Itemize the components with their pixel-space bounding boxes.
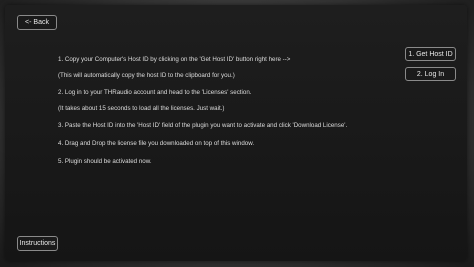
step-2-text: 2. Log in to your THRaudio account and h… <box>58 89 252 96</box>
step-4-text: 4. Drag and Drop the license file you do… <box>58 140 255 147</box>
back-button[interactable]: <- Back <box>17 15 57 30</box>
instructions-button[interactable]: Instructions <box>17 236 58 251</box>
step-2-note: (It takes about 15 seconds to load all t… <box>58 105 225 112</box>
step-3-text: 3. Paste the Host ID into the 'Host ID' … <box>58 122 348 129</box>
step-1-text: 1. Copy your Computer's Host ID by click… <box>58 56 291 63</box>
step-5-text: 5. Plugin should be activated now. <box>58 158 152 165</box>
get-host-id-button[interactable]: 1. Get Host ID <box>405 47 456 61</box>
log-in-button[interactable]: 2. Log In <box>405 67 456 81</box>
step-1-note: (This will automatically copy the host I… <box>58 72 235 79</box>
license-panel: <- Back 1. Copy your Computer's Host ID … <box>5 5 467 261</box>
